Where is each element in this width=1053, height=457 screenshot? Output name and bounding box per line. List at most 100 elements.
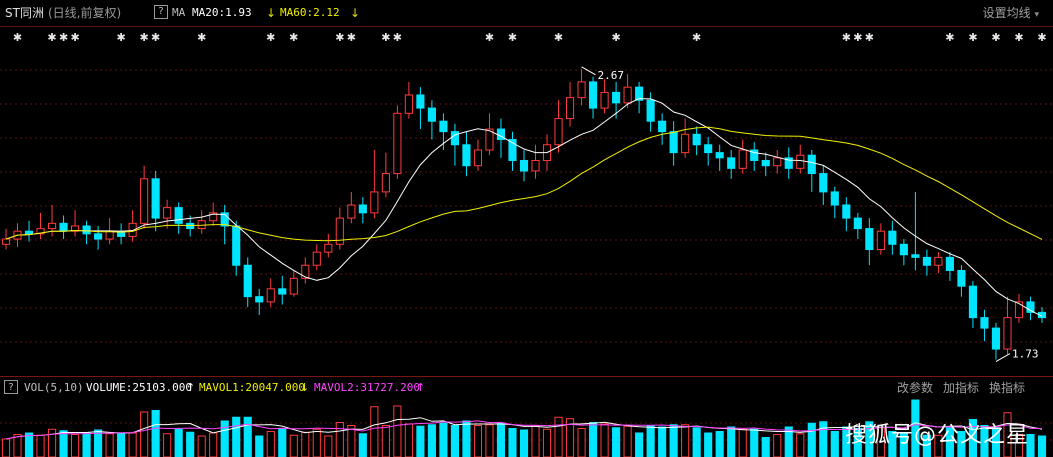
volume-bar — [692, 427, 701, 457]
candle-body — [623, 86, 632, 104]
candle-body — [381, 173, 390, 193]
candle-body — [232, 225, 241, 266]
candle-body — [427, 107, 436, 122]
event-marker-icon[interactable]: ✱ — [266, 31, 275, 44]
candle-body — [1014, 301, 1024, 319]
volume-bar — [439, 422, 448, 457]
candle-body — [301, 264, 310, 279]
event-marker-icon[interactable]: ✱ — [393, 31, 402, 44]
event-marker-icon[interactable]: ✱ — [289, 31, 298, 44]
volume-bar — [163, 433, 172, 457]
volume-bar — [612, 427, 621, 457]
candle-body — [830, 191, 839, 206]
volume-bar — [13, 434, 22, 457]
event-marker-icon[interactable]: ✱ — [692, 31, 701, 44]
event-marker-icon[interactable]: ✱ — [968, 31, 977, 44]
candle-body — [796, 154, 805, 169]
volume-bar — [324, 435, 333, 457]
candle-body — [853, 217, 862, 230]
volume-bar — [704, 432, 713, 457]
event-marker-icon[interactable]: ✱ — [508, 31, 517, 44]
high-price-label: 2.67 — [598, 69, 625, 82]
volume-bar — [669, 424, 678, 457]
event-marker-icon[interactable]: ✱ — [554, 31, 563, 44]
event-marker-icon[interactable]: ✱ — [70, 31, 79, 44]
volume-bar — [82, 432, 91, 457]
event-marker-icon[interactable]: ✱ — [197, 31, 206, 44]
volume-bar — [186, 431, 195, 457]
event-marker-icon[interactable]: ✱ — [853, 31, 862, 44]
event-marker-icon[interactable]: ✱ — [47, 31, 56, 44]
volume-bar — [243, 416, 252, 457]
candle-body — [554, 118, 563, 146]
candle-body — [681, 133, 690, 154]
event-marker-icon[interactable]: ✱ — [151, 31, 160, 44]
event-marker-icon[interactable]: ✱ — [59, 31, 68, 44]
candle-body — [450, 131, 460, 146]
candle-body — [140, 178, 149, 224]
candle-body — [59, 222, 68, 232]
candle-body — [24, 230, 34, 235]
event-marker-icon[interactable]: ✱ — [13, 31, 22, 44]
candle-body — [151, 178, 160, 219]
candle-body — [519, 159, 529, 172]
high-arrow-icon — [581, 66, 596, 76]
volume-bar — [416, 425, 425, 457]
volume-bar — [588, 422, 598, 457]
event-marker-icon[interactable]: ✱ — [140, 31, 149, 44]
candle-body — [888, 230, 897, 245]
volume-bar — [70, 434, 80, 457]
volume-bar — [796, 433, 805, 457]
event-marker-icon[interactable]: ✱ — [611, 31, 620, 44]
watermark: 搜狐号@公义之星 — [844, 423, 1029, 448]
event-marker-icon[interactable]: ✱ — [1037, 31, 1046, 44]
volume-bar — [335, 422, 344, 457]
candle-body — [358, 204, 367, 214]
mavol2-up-arrow-icon: ↑ — [416, 381, 426, 394]
event-marker-icon[interactable]: ✱ — [1014, 31, 1023, 44]
volume-bar — [496, 422, 506, 457]
change-indicator-button[interactable]: 换指标 — [989, 381, 1025, 395]
event-marker-icon[interactable]: ✱ — [865, 31, 874, 44]
volume-up-arrow-icon: ↑ — [186, 381, 196, 394]
volume-help-icon[interactable]: ? — [4, 380, 18, 394]
event-markers: ✱ ✱ ✱ ✱ ✱ ✱ ✱ ✱ ✱ ✱ ✱ ✱ ✱ ✱ ✱ ✱ ✱ ✱ ✱ ✱ ✱ ✱ ✱ ✱ ✱ ✱ ✱ — [13, 31, 1047, 44]
event-marker-icon[interactable]: ✱ — [347, 31, 356, 44]
event-marker-icon[interactable]: ✱ — [945, 31, 954, 44]
volume-bar — [819, 421, 828, 457]
volume-bar — [232, 416, 241, 457]
candle-body — [105, 230, 114, 240]
volume-bar — [646, 425, 655, 457]
event-marker-icon[interactable]: ✱ — [381, 31, 390, 44]
volume-bar — [59, 430, 68, 457]
volume-bar — [750, 428, 759, 457]
volume-bar — [358, 433, 367, 457]
candle-body — [922, 256, 931, 266]
candle-body — [842, 204, 851, 219]
event-marker-icon[interactable]: ✱ — [485, 31, 494, 44]
volume-bar — [140, 411, 149, 457]
volume-bar — [209, 432, 218, 457]
volume-bar — [404, 423, 413, 457]
candle-body — [278, 288, 287, 295]
candle-body — [393, 112, 402, 175]
ma60-line — [5, 126, 1043, 242]
candle-body — [416, 94, 425, 109]
candle-body — [727, 157, 736, 169]
candle-body — [347, 204, 356, 219]
low-price-label: 1.73 — [1012, 348, 1039, 361]
volume-bar — [105, 433, 114, 457]
candle-body — [243, 264, 252, 298]
volume-bar — [462, 420, 471, 457]
candle-body — [980, 317, 989, 329]
edit-params-button[interactable]: 改参数 — [897, 381, 933, 395]
event-marker-icon[interactable]: ✱ — [117, 31, 126, 44]
ma20-line — [5, 98, 1043, 317]
volume-panel-header: ? VOL(5,10) VOLUME:25103.000 ↑ MAVOL1:20… — [0, 376, 1053, 399]
event-marker-icon[interactable]: ✱ — [842, 31, 851, 44]
event-marker-icon[interactable]: ✱ — [335, 31, 344, 44]
add-indicator-button[interactable]: 加指标 — [943, 381, 979, 395]
volume-bar — [738, 428, 747, 457]
volume-bar — [519, 429, 529, 457]
event-marker-icon[interactable]: ✱ — [991, 31, 1000, 44]
